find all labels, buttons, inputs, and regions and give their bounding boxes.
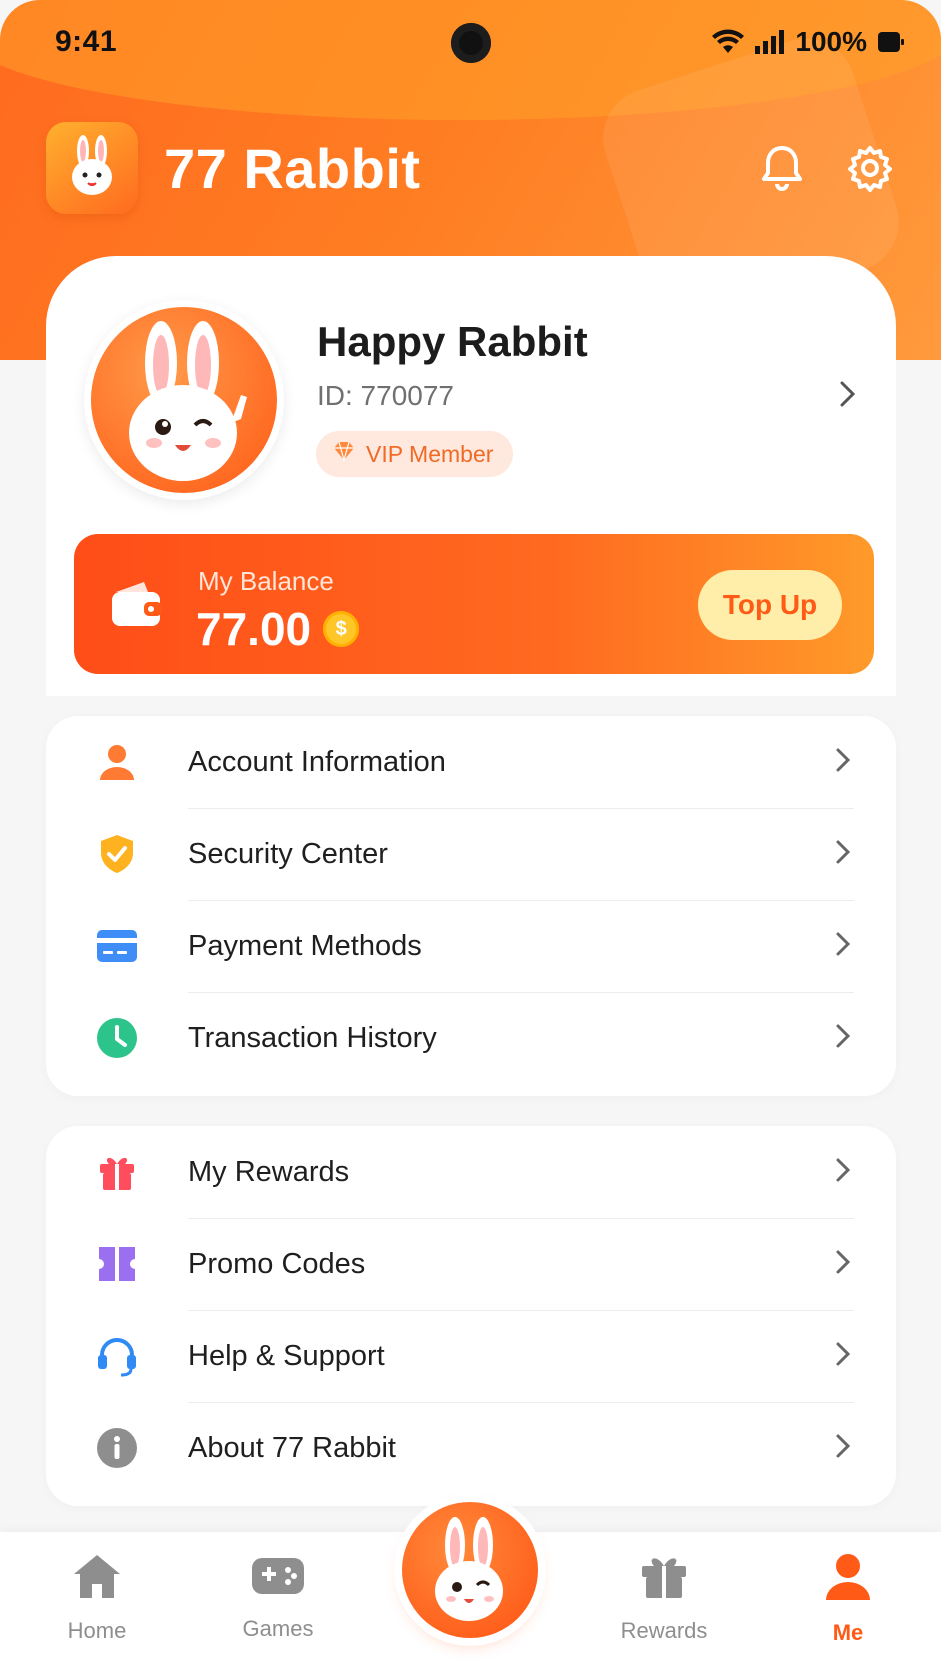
header-actions <box>756 142 896 194</box>
card-icon <box>96 925 138 967</box>
shield-check-icon <box>96 833 138 875</box>
menu-item-label: My Rewards <box>188 1155 350 1188</box>
app-header: 77 Rabbit <box>46 122 896 214</box>
person-icon <box>823 1552 873 1608</box>
menu-item-label: Account Information <box>188 745 446 778</box>
more-menu: My Rewards Promo Codes Help & Support Ab… <box>46 1126 896 1506</box>
balance-amount: 77.00 <box>196 603 312 655</box>
nav-games[interactable]: Games <box>208 1552 348 1642</box>
menu-item-label: Payment Methods <box>188 929 422 962</box>
ticket-icon <box>96 1243 138 1285</box>
menu-item-promo-codes[interactable]: Promo Codes <box>46 1218 896 1310</box>
rabbit-center-icon <box>415 1513 525 1628</box>
profile-name: Happy Rabbit <box>317 318 588 365</box>
clock-icon <box>96 1017 138 1059</box>
vip-badge: VIP Member <box>316 431 514 477</box>
bell-icon[interactable] <box>756 142 808 194</box>
nav-me[interactable]: Me <box>778 1552 918 1646</box>
status-indicators: 100% <box>711 26 905 58</box>
chevron-right-icon <box>834 1156 852 1189</box>
chevron-right-icon <box>834 930 852 963</box>
nav-home-label: Home <box>67 1618 127 1643</box>
headset-icon <box>96 1335 138 1377</box>
balance-label: My Balance <box>198 566 334 596</box>
chevron-right-icon <box>834 1022 852 1055</box>
nav-center-rabbit-button[interactable] <box>402 1502 538 1638</box>
rabbit-avatar-icon <box>91 307 277 493</box>
balance-amount-row: 77.00 $ <box>196 602 360 656</box>
wallet-icon <box>110 578 166 635</box>
account-menu: Account Information Security Center Paym… <box>46 716 896 1096</box>
app-title: 77 Rabbit <box>164 136 421 200</box>
signal-icon <box>755 30 785 54</box>
nav-games-label: Games <box>242 1616 314 1641</box>
menu-item-help-support[interactable]: Help & Support <box>46 1310 896 1402</box>
nav-me-label: Me <box>832 1620 864 1645</box>
menu-item-about[interactable]: About 77 Rabbit <box>46 1402 896 1494</box>
menu-item-label: Security Center <box>188 837 388 870</box>
status-time: 9:41 <box>55 25 118 58</box>
menu-item-payment-methods[interactable]: Payment Methods <box>46 900 896 992</box>
home-icon <box>71 1552 123 1606</box>
menu-item-label: Promo Codes <box>188 1247 366 1280</box>
battery-icon <box>877 30 905 54</box>
nav-rewards[interactable]: Rewards <box>594 1552 734 1644</box>
gamepad-icon <box>250 1552 306 1604</box>
bottom-nav: Home Games Rewards Me <box>0 1502 941 1672</box>
chevron-right-icon <box>834 1340 852 1373</box>
menu-item-my-rewards[interactable]: My Rewards <box>46 1126 896 1218</box>
wifi-icon <box>711 29 745 55</box>
user-icon <box>96 741 138 783</box>
top-up-button[interactable]: Top Up <box>698 570 842 640</box>
gear-icon[interactable] <box>844 142 896 194</box>
nav-rewards-label: Rewards <box>620 1618 708 1643</box>
profile-id: ID: 770077 <box>317 380 454 411</box>
battery-percent: 100% <box>795 26 867 57</box>
chevron-right-icon <box>834 838 852 871</box>
menu-item-label: Help & Support <box>188 1339 385 1372</box>
menu-item-label: Transaction History <box>188 1021 437 1054</box>
nav-home[interactable]: Home <box>27 1552 167 1644</box>
profile-card: Happy Rabbit ID: 770077 VIP Member My Ba… <box>46 256 896 696</box>
gift-icon <box>96 1151 138 1193</box>
vip-badge-label: VIP Member <box>366 440 494 467</box>
menu-item-transaction-history[interactable]: Transaction History <box>46 992 896 1084</box>
menu-item-security-center[interactable]: Security Center <box>46 808 896 900</box>
diamond-icon <box>332 440 356 468</box>
profile-chevron-right-icon[interactable] <box>838 379 858 414</box>
avatar[interactable] <box>84 300 284 500</box>
chevron-right-icon <box>834 1248 852 1281</box>
chevron-right-icon <box>834 1432 852 1465</box>
gift-icon <box>639 1552 689 1606</box>
status-bar: 9:41 100% <box>0 0 941 84</box>
app-logo-icon <box>46 122 138 214</box>
menu-item-label: About 77 Rabbit <box>188 1431 396 1464</box>
info-icon <box>96 1427 138 1469</box>
chevron-right-icon <box>834 746 852 779</box>
menu-item-account-information[interactable]: Account Information <box>46 716 896 808</box>
balance-card: My Balance 77.00 $ Top Up <box>74 534 874 674</box>
coin-icon: $ <box>323 611 360 647</box>
